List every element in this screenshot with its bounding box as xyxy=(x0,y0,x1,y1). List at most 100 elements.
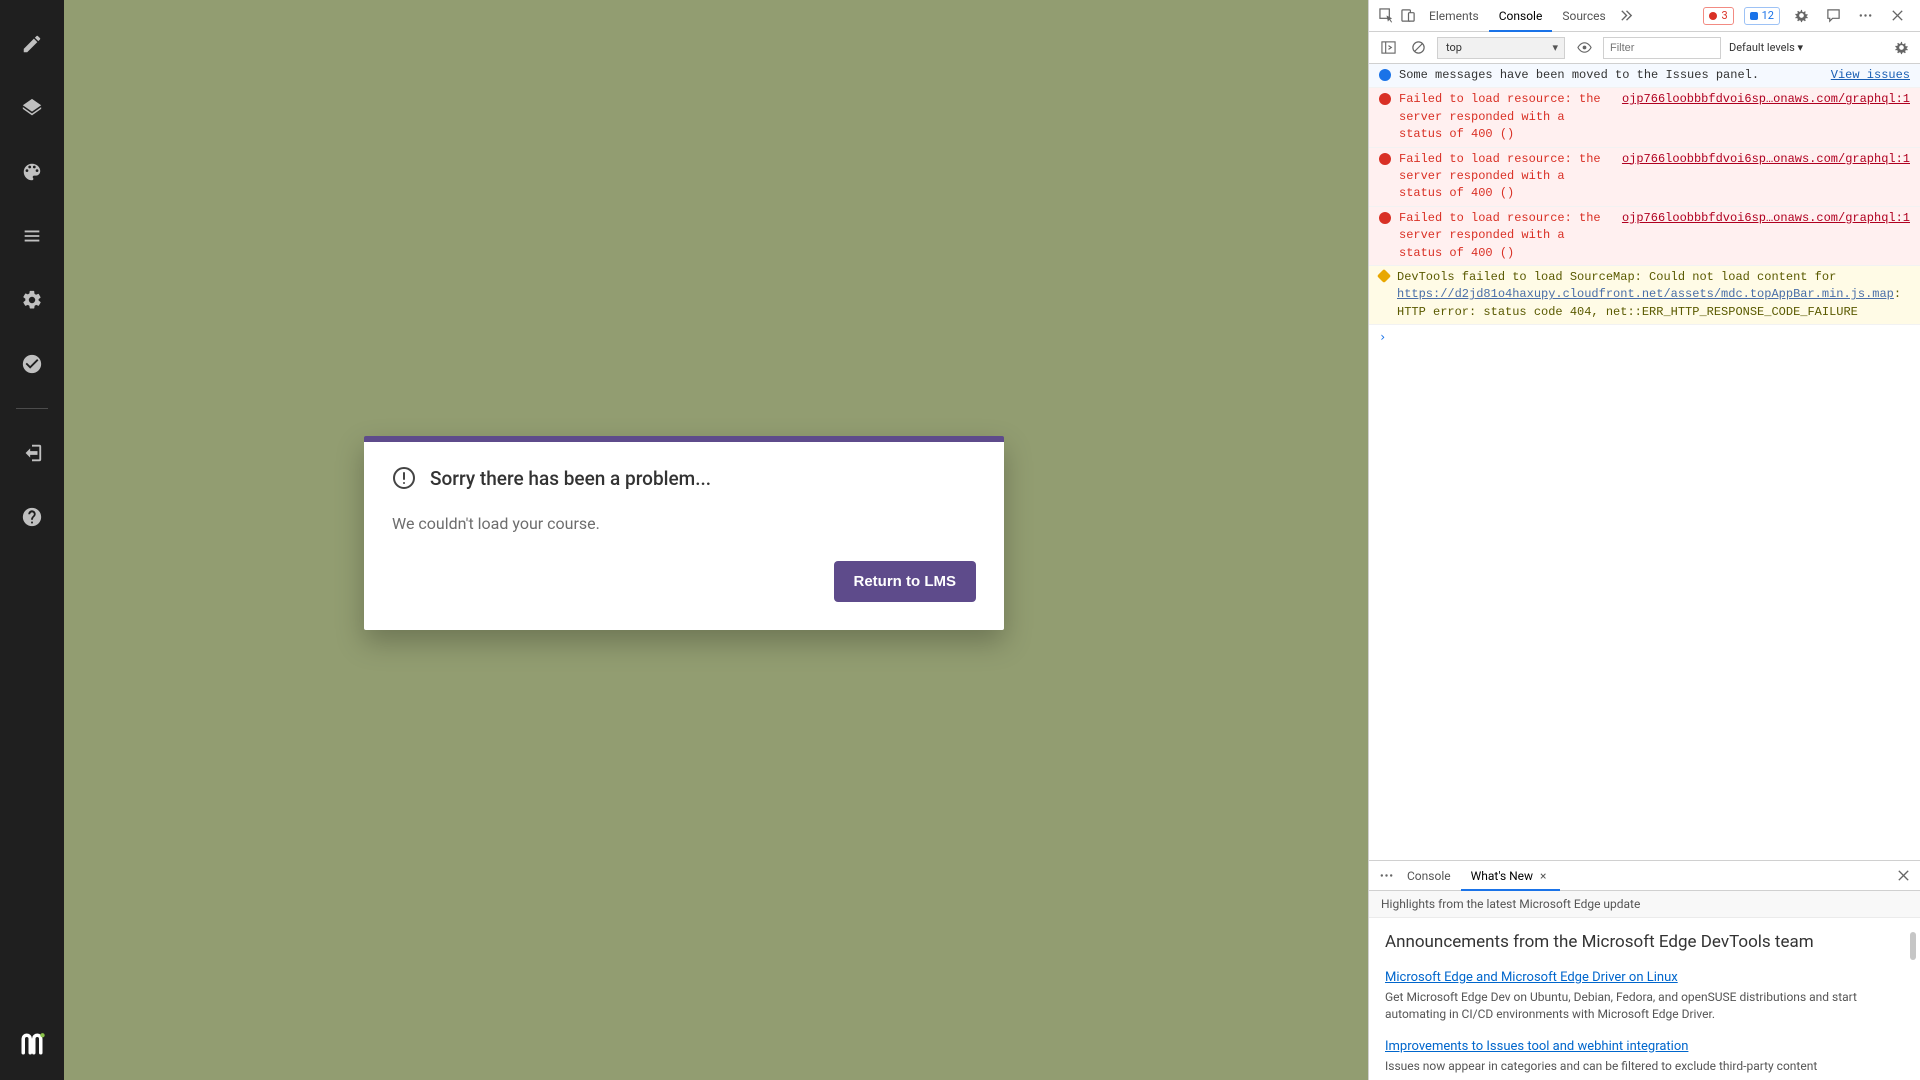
feedback-button[interactable] xyxy=(1822,5,1844,27)
modal-body: We couldn't load your course. xyxy=(364,500,1004,561)
check-circle-icon xyxy=(21,353,43,375)
clear-icon xyxy=(1411,40,1426,55)
close-icon xyxy=(1896,868,1911,883)
inspect-icon xyxy=(1379,8,1394,23)
sidebar-layers[interactable] xyxy=(12,88,52,128)
sidebar-palette[interactable] xyxy=(12,152,52,192)
console-message-text: Failed to load resource: the server resp… xyxy=(1399,210,1612,262)
whatsnew-desc: Issues now appear in categories and can … xyxy=(1385,1058,1904,1075)
drawer-body: Announcements from the Microsoft Edge De… xyxy=(1369,918,1920,1080)
sidebar-divider xyxy=(16,408,48,409)
sidebar-library[interactable] xyxy=(12,216,52,256)
live-expression-button[interactable] xyxy=(1573,37,1595,59)
devtools-menu-button[interactable] xyxy=(1854,5,1876,27)
console-message: Failed to load resource: the server resp… xyxy=(1369,207,1920,266)
whatsnew-item: Microsoft Edge and Microsoft Edge Driver… xyxy=(1385,970,1904,1023)
tab-console[interactable]: Console xyxy=(1489,0,1553,32)
drawer-tabs: Console What's New × xyxy=(1369,861,1920,891)
console-prompt[interactable]: › xyxy=(1369,325,1920,350)
console-source-link[interactable]: ojp766loobbbfdvoi6sp…onaws.com/graphql:1 xyxy=(1612,91,1910,143)
error-dot-icon xyxy=(1709,12,1717,20)
drawer-tab-close[interactable]: × xyxy=(1536,869,1550,883)
console-clear-button[interactable] xyxy=(1407,37,1429,59)
more-tabs-button[interactable] xyxy=(1616,5,1638,27)
console-source-link[interactable]: ojp766loobbbfdvoi6sp…onaws.com/graphql:1 xyxy=(1612,151,1910,203)
device-toggle-button[interactable] xyxy=(1397,5,1419,27)
drawer-menu-button[interactable] xyxy=(1375,865,1397,887)
close-icon xyxy=(1890,8,1905,23)
console-source-link[interactable]: ojp766loobbbfdvoi6sp…onaws.com/graphql:1 xyxy=(1612,210,1910,262)
context-select[interactable]: top xyxy=(1437,37,1565,59)
sidebar-edit[interactable] xyxy=(12,24,52,64)
whatsnew-link[interactable]: Microsoft Edge and Microsoft Edge Driver… xyxy=(1385,970,1678,985)
exit-icon xyxy=(21,442,43,464)
gear-icon xyxy=(1894,40,1909,55)
console-message: Failed to load resource: the server resp… xyxy=(1369,88,1920,147)
devtools-settings-button[interactable] xyxy=(1790,5,1812,27)
sidebar-icon xyxy=(1381,40,1396,55)
app-logo xyxy=(16,1028,48,1060)
whatsnew-item: Improvements to Issues tool and webhint … xyxy=(1385,1039,1904,1075)
console-sidebar-toggle[interactable] xyxy=(1377,37,1399,59)
drawer-tab-console[interactable]: Console xyxy=(1397,861,1461,891)
console-message-text: Failed to load resource: the server resp… xyxy=(1399,91,1612,143)
app-sidebar xyxy=(0,0,64,1080)
info-icon xyxy=(1379,69,1391,81)
error-count: 3 xyxy=(1721,9,1727,22)
sourcemap-link[interactable]: https://d2jd81o4haxupy.cloudfront.net/as… xyxy=(1397,287,1894,301)
view-issues-link[interactable]: View issues xyxy=(1821,67,1910,84)
sidebar-check[interactable] xyxy=(12,344,52,384)
help-icon xyxy=(21,506,43,528)
logo-icon xyxy=(18,1030,46,1058)
drawer-heading: Announcements from the Microsoft Edge De… xyxy=(1385,932,1904,952)
info-count-badge[interactable]: 12 xyxy=(1744,7,1780,25)
console-message: DevTools failed to load SourceMap: Could… xyxy=(1369,266,1920,325)
log-levels-select[interactable]: Default levels ▾ xyxy=(1729,41,1803,54)
drawer-tab-whatsnew[interactable]: What's New × xyxy=(1461,861,1561,891)
layers-icon xyxy=(21,97,43,119)
modal-title: Sorry there has been a problem... xyxy=(430,467,711,490)
sidebar-exit[interactable] xyxy=(12,433,52,473)
console-message-text: Failed to load resource: the server resp… xyxy=(1399,151,1612,203)
error-icon xyxy=(1379,212,1391,224)
console-output: Some messages have been moved to the Iss… xyxy=(1369,64,1920,860)
drawer-subtitle: Highlights from the latest Microsoft Edg… xyxy=(1369,891,1920,918)
edit-icon xyxy=(21,33,43,55)
sidebar-help[interactable] xyxy=(12,497,52,537)
eye-icon xyxy=(1577,40,1592,55)
console-message: Failed to load resource: the server resp… xyxy=(1369,148,1920,207)
kebab-icon xyxy=(1858,8,1873,23)
sidebar-settings[interactable] xyxy=(12,280,52,320)
error-count-badge[interactable]: 3 xyxy=(1703,7,1733,25)
whatsnew-link[interactable]: Improvements to Issues tool and webhint … xyxy=(1385,1039,1688,1054)
tab-sources[interactable]: Sources xyxy=(1552,0,1615,32)
library-icon xyxy=(21,225,43,247)
drawer-tab-label: What's New xyxy=(1471,869,1533,883)
devtools-close-button[interactable] xyxy=(1886,5,1908,27)
tab-elements[interactable]: Elements xyxy=(1419,0,1489,32)
drawer-scrollbar[interactable] xyxy=(1910,932,1916,960)
error-icon xyxy=(1379,153,1391,165)
console-message-text: Some messages have been moved to the Iss… xyxy=(1399,67,1821,84)
return-to-lms-button[interactable]: Return to LMS xyxy=(834,561,977,602)
gear-icon xyxy=(1794,8,1809,23)
error-modal: Sorry there has been a problem... We cou… xyxy=(364,436,1004,630)
console-message-text: DevTools failed to load SourceMap: Could… xyxy=(1397,269,1910,321)
chevron-double-right-icon xyxy=(1619,8,1634,23)
devtools-panel: Elements Console Sources 3 12 top Defaul… xyxy=(1368,0,1920,1080)
console-filter-input[interactable] xyxy=(1603,37,1721,59)
warning-icon xyxy=(1377,269,1391,283)
devtools-tabs: Elements Console Sources 3 12 xyxy=(1369,0,1920,32)
info-count: 12 xyxy=(1762,9,1774,22)
console-message: Some messages have been moved to the Iss… xyxy=(1369,64,1920,88)
context-select-value: top xyxy=(1446,41,1462,54)
palette-icon xyxy=(21,161,43,183)
info-dot-icon xyxy=(1750,12,1758,20)
kebab-icon xyxy=(1379,868,1394,883)
inspect-element-button[interactable] xyxy=(1375,5,1397,27)
console-settings-button[interactable] xyxy=(1890,37,1912,59)
console-toolbar: top Default levels ▾ xyxy=(1369,32,1920,64)
devtools-drawer: Console What's New × Highlights from the… xyxy=(1369,860,1920,1080)
error-icon xyxy=(1379,93,1391,105)
drawer-close-button[interactable] xyxy=(1892,865,1914,887)
